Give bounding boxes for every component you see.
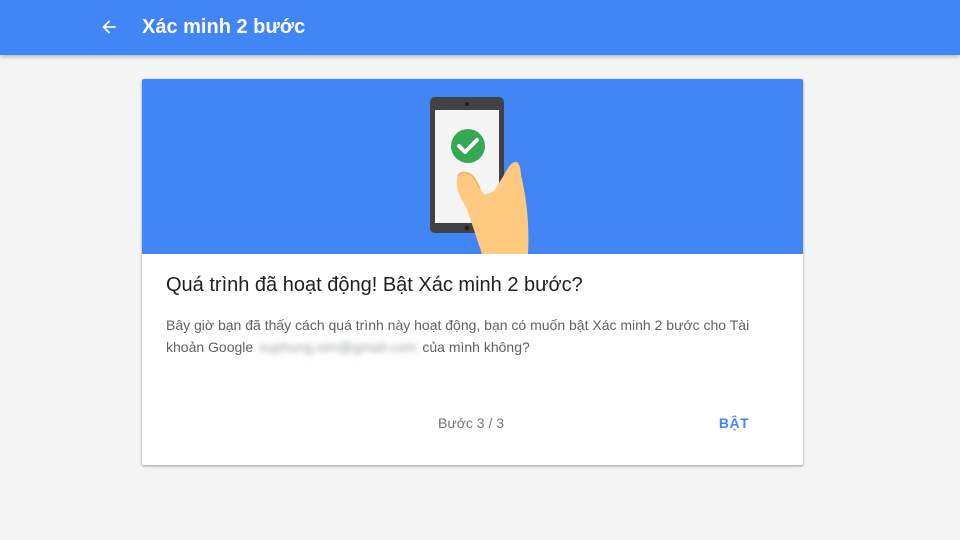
top-app-bar: Xác minh 2 bước <box>0 0 960 55</box>
hero-illustration <box>142 79 803 254</box>
step-indicator: Bước 3 / 3 <box>438 415 505 431</box>
arrow-back-icon <box>102 20 116 34</box>
card-description: Bây giờ bạn đã thấy cách quá trình này h… <box>166 314 776 358</box>
check-circle-icon <box>451 129 485 163</box>
account-email: xuphung.xim@gmail.com <box>259 339 417 355</box>
two-step-card: Quá trình đã hoạt động! Bật Xác minh 2 b… <box>142 79 803 465</box>
card-title: Quá trình đã hoạt động! Bật Xác minh 2 b… <box>166 274 583 296</box>
description-text-end: của mình không? <box>422 339 530 355</box>
back-button[interactable] <box>94 12 124 42</box>
enable-button[interactable]: BẬT <box>708 407 760 439</box>
page-title: Xác minh 2 bước <box>142 16 306 38</box>
